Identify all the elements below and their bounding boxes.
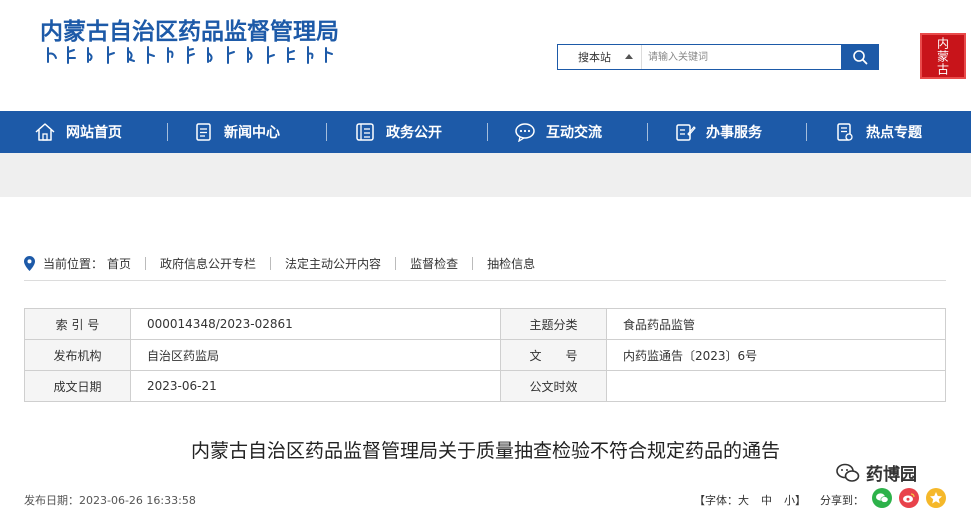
chat-icon <box>515 123 535 142</box>
nav-item-home[interactable]: 网站首页 <box>34 111 122 153</box>
breadcrumb: 当前位置： 首页 政府信息公开专栏 法定主动公开内容 监督检查 抽检信息 <box>24 254 535 272</box>
article-title: 内蒙古自治区药品监督管理局关于质量抽查检验不符合规定药品的通告 <box>190 440 780 462</box>
breadcrumb-separator <box>145 256 147 270</box>
info-value: 自治区药监局 <box>130 339 501 371</box>
breadcrumb-divider <box>24 280 946 281</box>
breadcrumb-statutory[interactable]: 法定主动公开内容 <box>285 255 381 272</box>
info-value: 000014348/2023-02861 <box>130 308 501 340</box>
search-button[interactable] <box>841 44 879 70</box>
search-input[interactable] <box>642 45 841 69</box>
info-value: 内药监通告〔2023〕6号 <box>606 339 946 371</box>
search-scope-label: 搜本站 <box>578 51 611 64</box>
nav-item-topic[interactable]: 热点专题 <box>834 111 922 153</box>
breadcrumb-prefix: 当前位置： <box>43 256 104 271</box>
nav-label: 网站首页 <box>66 125 122 141</box>
publish-date: 发布日期：2023-06-26 16:33:58 <box>24 492 196 508</box>
breadcrumb-separator <box>395 256 397 270</box>
info-value: 2023-06-21 <box>130 370 501 402</box>
nav-label: 热点专题 <box>866 125 922 141</box>
nav-label: 政务公开 <box>386 125 442 141</box>
breadcrumb-home[interactable]: 首页 <box>107 255 131 272</box>
home-icon <box>35 123 55 141</box>
location-pin-icon <box>24 255 35 271</box>
nav-label: 互动交流 <box>546 125 602 141</box>
font-medium-button[interactable]: 中 <box>761 494 772 507</box>
nav-label: 办事服务 <box>706 125 762 141</box>
watermark-text: 药博园 <box>866 465 917 485</box>
gov-icon <box>356 123 374 141</box>
breadcrumb-gov-info[interactable]: 政府信息公开专栏 <box>160 255 256 272</box>
publish-date-label: 发布日期： <box>24 494 79 507</box>
wechat-icon <box>876 493 889 503</box>
breadcrumb-supervision[interactable]: 监督检查 <box>410 255 458 272</box>
font-size-controls: 【字体：大中小】 <box>694 492 806 508</box>
weibo-icon <box>903 493 915 503</box>
nav-item-gov[interactable]: 政务公开 <box>354 111 442 153</box>
wechat-watermark: 药博园 <box>836 460 917 485</box>
nav-item-interact[interactable]: 互动交流 <box>514 111 602 153</box>
nav-item-news[interactable]: 新闻中心 <box>194 111 280 153</box>
breadcrumb-sampling[interactable]: 抽检信息 <box>487 255 535 272</box>
font-large-button[interactable]: 大 <box>738 494 749 507</box>
nav-separator <box>806 123 807 141</box>
mongolian-script-logo <box>47 46 333 64</box>
info-value: 食品药品监管 <box>606 308 946 340</box>
nav-separator <box>326 123 327 141</box>
news-icon <box>196 123 211 141</box>
search-scope-select[interactable]: 搜本站 <box>558 45 642 69</box>
info-key: 成文日期 <box>24 370 131 402</box>
site-logo-title[interactable]: 内蒙古自治区药品监督管理局 <box>40 12 339 46</box>
main-nav: 网站首页 新闻中心 政务公开 互动交流 办事服务 热点专题 <box>0 111 971 153</box>
seal-emblem: 内蒙古 <box>920 33 966 79</box>
info-key: 索 引 号 <box>24 308 131 340</box>
info-value <box>606 370 946 402</box>
nav-label: 新闻中心 <box>224 125 280 141</box>
table-row: 成文日期 2023-06-21 公文时效 <box>24 370 946 402</box>
breadcrumb-separator <box>270 256 272 270</box>
breadcrumb-separator <box>472 256 474 270</box>
topic-icon <box>837 123 853 141</box>
info-key: 文 号 <box>500 339 607 371</box>
table-row: 发布机构 自治区药监局 文 号 内药监通告〔2023〕6号 <box>24 339 946 371</box>
nav-separator <box>647 123 648 141</box>
share-weibo-button[interactable] <box>899 488 919 508</box>
font-size-label: 【字体： <box>694 494 738 507</box>
publish-date-value: 2023-06-26 16:33:58 <box>79 494 196 507</box>
nav-item-service[interactable]: 办事服务 <box>674 111 762 153</box>
site-header: 内蒙古自治区药品监督管理局 搜本站 请输入关键词 内蒙古 <box>0 0 971 111</box>
wechat-icon <box>836 463 860 482</box>
info-key: 主题分类 <box>500 308 607 340</box>
share-label: 分享到： <box>820 494 864 507</box>
document-info-table: 索 引 号 000014348/2023-02861 主题分类 食品药品监管 发… <box>24 308 946 402</box>
grey-banner-band <box>0 153 971 197</box>
service-icon <box>676 124 696 141</box>
info-key: 发布机构 <box>24 339 131 371</box>
nav-separator <box>167 123 168 141</box>
site-search-box: 搜本站 <box>557 44 879 70</box>
info-key: 公文时效 <box>500 370 607 402</box>
star-icon <box>930 492 942 504</box>
table-row: 索 引 号 000014348/2023-02861 主题分类 食品药品监管 <box>24 308 946 340</box>
share-wechat-button[interactable] <box>872 488 892 508</box>
caret-up-icon <box>625 54 633 59</box>
search-icon <box>853 50 868 65</box>
font-small-button[interactable]: 小】 <box>784 494 806 507</box>
share-qzone-button[interactable] <box>926 488 946 508</box>
nav-separator <box>487 123 488 141</box>
